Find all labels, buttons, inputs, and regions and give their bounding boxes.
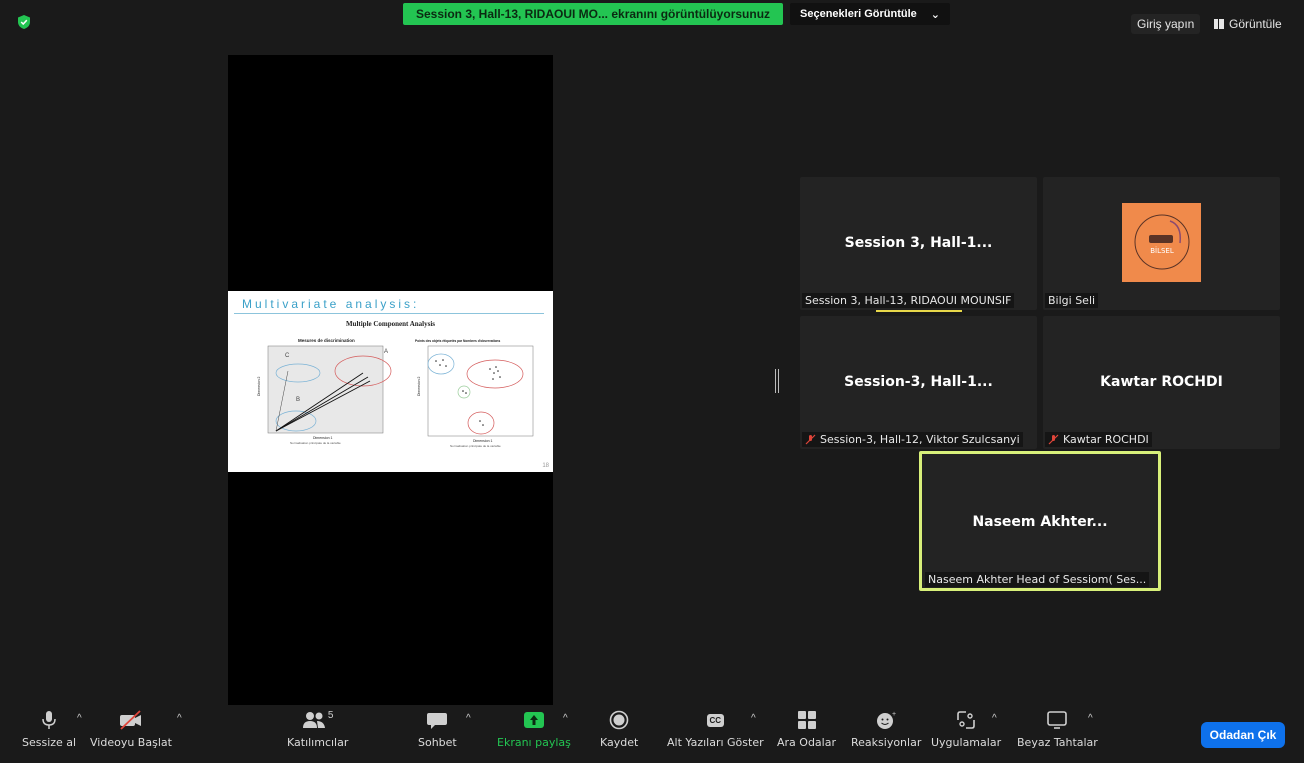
breakout-rooms-button[interactable]: Ara Odalar bbox=[777, 710, 836, 749]
view-options-label: Seçenekleri Görüntüle bbox=[800, 8, 917, 20]
left-caption: Normalisation principale de la variable bbox=[290, 441, 341, 445]
participant-name-label: Kawtar ROCHDI bbox=[1045, 432, 1152, 447]
apps-label: Uygulamalar bbox=[931, 736, 1002, 749]
microphone-icon bbox=[42, 711, 56, 729]
reactions-emoji-icon: + bbox=[877, 711, 896, 729]
reactions-label: Reaksiyonlar bbox=[851, 736, 922, 749]
right-plot-title: Points des objets étiquetés par Nombres … bbox=[415, 339, 500, 343]
right-plot-area bbox=[427, 345, 534, 437]
captions-options-chevron-icon[interactable]: ^ bbox=[751, 713, 756, 724]
participant-avatar: BİLSEL bbox=[1122, 203, 1201, 282]
participant-display-name: Session-3, Hall-1... bbox=[844, 374, 993, 390]
participant-name-label: Naseem Akhter Head of Sessiom( Ses... bbox=[925, 572, 1150, 587]
participant-name: Session 3, Hall-13, RIDAOUI MOUNSIF bbox=[805, 294, 1012, 307]
participant-tile-active-speaker[interactable]: Naseem Akhter... Naseem Akhter Head of S… bbox=[919, 451, 1161, 591]
right-caption: Normalisation principale de la variable bbox=[450, 444, 501, 448]
breakout-rooms-icon bbox=[797, 711, 816, 729]
label-c: C bbox=[285, 353, 290, 359]
show-captions-label: Alt Yazıları Göster bbox=[667, 736, 764, 749]
slide-title: Multivariate analysis: bbox=[242, 297, 420, 311]
slide-divider bbox=[234, 313, 544, 314]
panel-resize-handle[interactable] bbox=[775, 369, 779, 393]
whiteboard-icon bbox=[1047, 711, 1068, 729]
share-screen-icon bbox=[523, 712, 544, 728]
sign-in-button[interactable]: Giriş yapın bbox=[1131, 14, 1201, 34]
meeting-window: Session 3, Hall-13, RIDAOUI MO... ekranı… bbox=[0, 0, 1304, 763]
whiteboard-options-chevron-icon[interactable]: ^ bbox=[1088, 713, 1093, 724]
chat-label: Sohbet bbox=[418, 736, 457, 749]
apps-icon bbox=[957, 711, 975, 729]
label-b: B bbox=[296, 397, 300, 403]
audio-options-chevron-icon[interactable]: ^ bbox=[77, 713, 82, 724]
record-icon bbox=[609, 710, 629, 730]
left-ylabel: Dimension 2 bbox=[257, 376, 261, 396]
view-label: Görüntüle bbox=[1229, 17, 1282, 31]
participant-name-label: Session 3, Hall-13, RIDAOUI MOUNSIF bbox=[802, 293, 1015, 308]
participant-display-name: Kawtar ROCHDI bbox=[1100, 374, 1223, 390]
share-screen-button[interactable]: Ekranı paylaş bbox=[497, 710, 571, 749]
left-xlabel: Dimension 1 bbox=[313, 436, 333, 440]
layout-icon bbox=[1214, 19, 1224, 29]
participant-name-label: Session-3, Hall-12, Viktor Szulcsanyi bbox=[802, 432, 1023, 447]
reactions-button[interactable]: + Reaksiyonlar bbox=[851, 710, 921, 749]
right-xlabel: Dimension 1 bbox=[473, 439, 493, 443]
speaking-indicator bbox=[876, 310, 962, 312]
leave-button[interactable]: Odadan Çık bbox=[1201, 722, 1285, 748]
view-button[interactable]: Görüntüle bbox=[1208, 14, 1288, 34]
apps-options-chevron-icon[interactable]: ^ bbox=[992, 713, 997, 724]
presentation-slide: Multivariate analysis: Multiple Componen… bbox=[228, 291, 553, 472]
show-captions-button[interactable]: CC Alt Yazıları Göster bbox=[667, 710, 764, 749]
participant-name: Session-3, Hall-12, Viktor Szulcsanyi bbox=[820, 433, 1020, 446]
slide-page-number: 18 bbox=[542, 463, 549, 469]
participant-display-name: Naseem Akhter... bbox=[972, 514, 1108, 530]
chat-options-chevron-icon[interactable]: ^ bbox=[466, 713, 471, 724]
mic-muted-icon bbox=[1048, 434, 1059, 445]
participant-name-label: Bilgi Seli bbox=[1045, 293, 1099, 308]
apps-button[interactable]: Uygulamalar bbox=[931, 710, 1001, 749]
participant-display-name: Session 3, Hall-1... bbox=[844, 235, 993, 251]
svg-text:+: + bbox=[892, 711, 896, 718]
participant-name: Kawtar ROCHDI bbox=[1063, 433, 1149, 446]
participant-name: Bilgi Seli bbox=[1048, 294, 1096, 307]
mute-label: Sessize al bbox=[22, 736, 77, 749]
chat-button[interactable]: Sohbet bbox=[418, 710, 457, 749]
view-options-button[interactable]: Seçenekleri Görüntüle ⌄ bbox=[790, 3, 950, 25]
right-ylabel: Dimension 2 bbox=[417, 376, 421, 396]
mic-muted-icon bbox=[805, 434, 816, 445]
participant-name: Naseem Akhter Head of Sessiom( Ses... bbox=[928, 573, 1147, 586]
screen-share-banner: Session 3, Hall-13, RIDAOUI MO... ekranı… bbox=[403, 3, 783, 25]
left-plot-title: Mesures de discrimination bbox=[298, 338, 355, 343]
start-video-button[interactable]: Videoyu Başlat bbox=[90, 710, 172, 749]
mute-button[interactable]: Sessize al bbox=[22, 710, 76, 749]
meeting-toolbar bbox=[0, 705, 1304, 763]
share-screen-label: Ekranı paylaş bbox=[497, 736, 571, 749]
slide-subtitle: Multiple Component Analysis bbox=[345, 320, 436, 328]
record-label: Kaydet bbox=[600, 736, 639, 749]
participant-tile[interactable]: Session 3, Hall-1... Session 3, Hall-13,… bbox=[800, 177, 1037, 310]
video-off-icon bbox=[119, 710, 141, 730]
start-video-label: Videoyu Başlat bbox=[90, 736, 172, 749]
participant-count: 5 bbox=[327, 710, 334, 721]
left-plot-area bbox=[267, 345, 384, 434]
breakout-rooms-label: Ara Odalar bbox=[777, 736, 836, 749]
participants-label: Katılımcılar bbox=[287, 736, 349, 749]
chat-icon bbox=[427, 713, 448, 729]
slide-figures: Mesures de discrimination C A B Dimensio… bbox=[257, 338, 534, 448]
svg-text:BİLSEL: BİLSEL bbox=[1150, 246, 1174, 255]
whiteboards-button[interactable]: Beyaz Tahtalar bbox=[1017, 710, 1098, 749]
participants-icon bbox=[302, 712, 325, 728]
chevron-down-icon: ⌄ bbox=[930, 8, 940, 21]
video-options-chevron-icon[interactable]: ^ bbox=[177, 713, 182, 724]
participants-button[interactable]: 5 Katılımcılar bbox=[287, 710, 348, 749]
participant-tile[interactable]: BİLSEL Bilgi Seli bbox=[1043, 177, 1280, 310]
participant-tile[interactable]: Kawtar ROCHDI Kawtar ROCHDI bbox=[1043, 316, 1280, 449]
share-options-chevron-icon[interactable]: ^ bbox=[563, 713, 568, 724]
label-a: A bbox=[384, 349, 388, 355]
closed-captions-icon: CC bbox=[704, 710, 726, 730]
security-shield-icon[interactable] bbox=[16, 14, 32, 30]
bilsel-logo-icon: BİLSEL bbox=[1134, 214, 1190, 270]
record-button[interactable]: Kaydet bbox=[600, 710, 638, 749]
participant-tile[interactable]: Session-3, Hall-1... Session-3, Hall-12,… bbox=[800, 316, 1037, 449]
whiteboards-label: Beyaz Tahtalar bbox=[1017, 736, 1098, 749]
